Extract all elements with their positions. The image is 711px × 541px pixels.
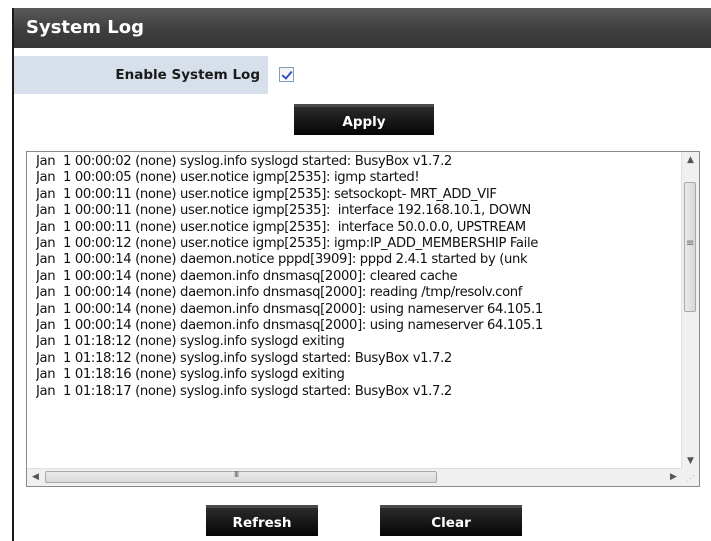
scroll-left-arrow-icon[interactable]: ◀ (27, 469, 44, 486)
enable-system-log-label: Enable System Log (14, 56, 268, 94)
refresh-button[interactable]: Refresh (206, 505, 318, 536)
vertical-scrollbar[interactable]: ▲ ▼ (681, 152, 699, 470)
system-log-textarea[interactable]: Jan 1 00:00:02 (none) syslog.info syslog… (26, 151, 700, 487)
vertical-scroll-thumb[interactable] (684, 182, 696, 312)
horizontal-scroll-thumb[interactable] (45, 470, 437, 483)
system-log-panel: System Log Enable System Log Apply Jan 1… (12, 8, 711, 541)
page-title: System Log (14, 8, 711, 48)
scroll-up-arrow-icon[interactable]: ▲ (682, 152, 699, 169)
clear-button[interactable]: Clear (380, 505, 522, 536)
log-content: Jan 1 00:00:02 (none) syslog.info syslog… (36, 154, 543, 399)
enable-system-log-checkbox[interactable] (279, 67, 294, 82)
horizontal-scrollbar[interactable]: ◀ ▶ (27, 468, 682, 486)
resize-grip-icon[interactable]: ⋰ (682, 469, 699, 486)
scroll-right-arrow-icon[interactable]: ▶ (665, 469, 682, 486)
apply-button[interactable]: Apply (294, 104, 434, 135)
scroll-down-arrow-icon[interactable]: ▼ (682, 453, 699, 470)
enable-system-log-row: Enable System Log (14, 56, 711, 94)
